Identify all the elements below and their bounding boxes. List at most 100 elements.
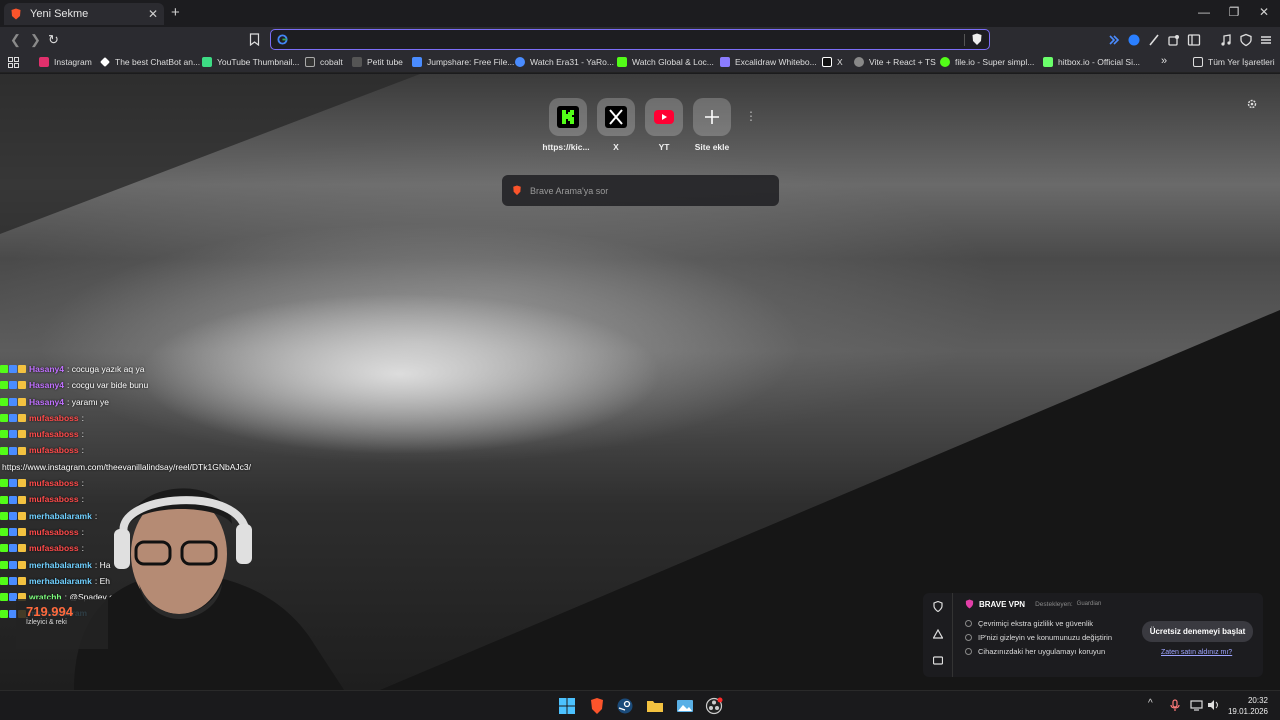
chat-message: Hasany4: cocgu var bide bunu [0,377,300,393]
chat-username[interactable]: mufasaboss [29,442,79,458]
bookmark-cobalt[interactable]: cobalt [305,57,343,67]
gear-icon[interactable] [1246,98,1258,110]
reload-icon[interactable]: ↻ [48,32,59,48]
already-purchased-link[interactable]: Zaten satın aldınız mı? [1161,649,1232,656]
bookmark-petit-tube[interactable]: Petit tube [352,57,403,67]
show-hidden-icons-icon[interactable]: ^ [1148,698,1153,709]
bookmark-watch-era31[interactable]: Watch Era31 - YaRo... [515,57,614,67]
bookmark-file-io[interactable]: file.io - Super simpl... [940,57,1034,67]
top-site-kick[interactable] [549,98,587,136]
background-mountain [0,74,420,234]
wallet-icon[interactable] [933,656,943,665]
obs-icon[interactable] [705,697,723,715]
translate-icon[interactable] [1107,33,1121,47]
bookmark-watch-global[interactable]: Watch Global & Loc... [617,57,714,67]
bookmark-hitbox[interactable]: hitbox.io - Official Si... [1043,57,1140,67]
chat-badge-icon [9,397,17,406]
clock-time: 20:32 [1247,696,1268,705]
tab-new-tab[interactable]: Yeni Sekme ✕ [4,3,164,25]
bookmark-jumpshare[interactable]: Jumpshare: Free File... [412,57,514,67]
menu-icon[interactable] [1259,33,1273,47]
more-options-icon[interactable]: ⋮ [745,109,757,123]
network-icon[interactable] [1190,699,1203,711]
kick-icon [557,106,579,128]
chat-badge-icon [0,609,8,618]
check-icon [965,634,972,641]
extensions-icon[interactable] [1167,33,1181,47]
add-site-button[interactable] [693,98,731,136]
close-tab-icon[interactable]: ✕ [148,7,158,21]
vpn-supported-by: Destekleyen: [1035,600,1073,608]
forward-icon[interactable]: ❯ [30,32,41,48]
bookmark-excalidraw[interactable]: Excalidraw Whitebo... [720,57,817,67]
extension-feather-icon[interactable] [1147,33,1161,47]
vpn-feature: Cihazınızdaki her uygulamayı koruyun [965,647,1105,656]
more-bookmarks-icon[interactable]: » [1161,55,1167,67]
bookmark-youtube-thumbnail[interactable]: YouTube Thumbnail... [202,57,299,67]
shield-icon[interactable] [1239,33,1253,47]
vpn-title: BRAVE VPN [979,599,1026,609]
separator [964,34,965,46]
volume-icon[interactable] [1207,699,1219,711]
chat-username[interactable]: Hasany4 [29,361,64,377]
restore-icon[interactable]: ❐ [1224,5,1244,19]
chat-username[interactable]: Hasany4 [29,377,64,393]
android-icon [202,57,212,67]
bookmark-chatbot[interactable]: The best ChatBot an... [100,57,200,67]
shield-icon[interactable] [933,601,943,612]
address-bar[interactable] [270,29,990,50]
chat-badge-icon [0,544,8,553]
apps-icon[interactable] [8,57,19,68]
top-site-youtube[interactable] [645,98,683,136]
chat-badge-icon [0,528,8,537]
brave-taskbar-icon[interactable] [588,697,606,715]
chat-text: : [81,412,84,423]
chat-badge-icon [0,430,8,439]
bookmark-icon[interactable] [249,33,260,46]
bookmark-instagram[interactable]: Instagram [39,57,92,67]
webcam-overlay [74,488,344,690]
chat-message: Hasany4: cocuga yazık aq ya [0,361,300,377]
brave-vpn-icon [965,599,974,609]
sidebar-icon[interactable] [1187,33,1201,47]
chat-badge-icon [9,446,17,455]
start-free-trial-button[interactable]: Ücretsiz denemeyi başlat [1142,621,1253,642]
windows-start-icon[interactable] [558,697,576,715]
chat-username[interactable]: Hasany4 [29,394,64,410]
brave-icon [513,185,521,196]
brave-search-box[interactable]: Brave Arama'ya sor [502,175,779,206]
chat-username[interactable]: mufasaboss [29,426,79,442]
back-icon[interactable]: ❮ [10,32,21,48]
close-window-icon[interactable]: ✕ [1254,5,1274,19]
file-explorer-icon[interactable] [646,697,664,715]
bookmark-x[interactable]: X [822,57,843,67]
top-site-x[interactable] [597,98,635,136]
chat-badge-icon [0,381,8,390]
chat-badge-icon [18,430,26,439]
extension-blue-icon[interactable] [1127,33,1141,47]
system-clock[interactable]: 20:32 19.01.2026 [1222,695,1268,717]
bookmark-vite[interactable]: Vite + React + TS [854,57,936,67]
chat-username[interactable]: mufasaboss [29,410,79,426]
all-bookmarks[interactable]: Tüm Yer İşaretleri [1193,57,1275,67]
music-icon[interactable] [1219,33,1233,47]
photos-icon[interactable] [676,697,694,715]
cobalt-icon [305,57,315,67]
steam-icon[interactable] [616,697,634,715]
chat-message: mufasaboss: [0,410,300,426]
brave-shields-icon[interactable] [971,33,983,46]
chat-badge-icon [18,365,26,374]
chat-message: Hasany4: yaramı ye [0,394,300,410]
google-icon [277,34,288,45]
excalidraw-icon [720,57,730,67]
hitbox-icon [1043,57,1053,67]
vpn-partner: Guardian [1076,601,1102,607]
instagram-icon [39,57,49,67]
warning-icon[interactable] [933,629,943,639]
chat-badge-icon [9,365,17,374]
microphone-icon[interactable] [1170,699,1180,712]
chat-badge-icon [0,414,8,423]
chat-badge-icon [18,381,26,390]
minimize-icon[interactable]: — [1194,5,1214,19]
new-tab-icon[interactable]: + [171,4,180,21]
